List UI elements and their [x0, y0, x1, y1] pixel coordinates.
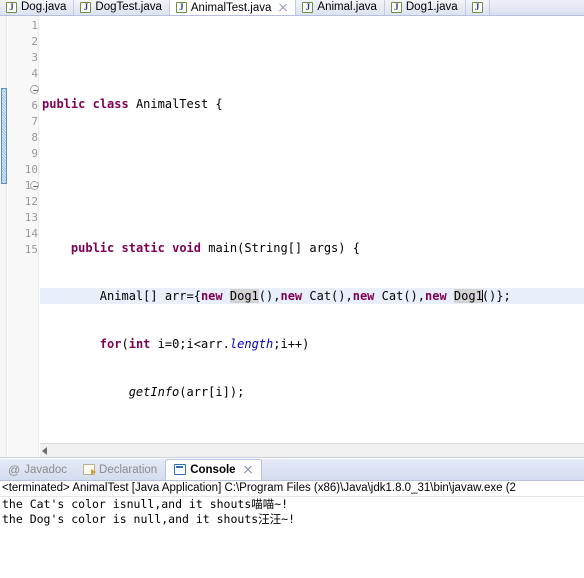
line-number: 4: [31, 67, 38, 80]
code-line-current: Animal[] arr={new Dog1(),new Cat(),new C…: [40, 288, 584, 304]
bottom-panel-tab-bar: @ Javadoc Declaration Console: [0, 459, 584, 481]
java-file-icon: [80, 1, 92, 13]
console-icon: [174, 464, 187, 475]
line-number: 2: [31, 35, 38, 48]
editor-tab-overflow[interactable]: [465, 0, 490, 15]
tab-declaration[interactable]: Declaration: [75, 459, 165, 480]
line-number: 6: [31, 99, 38, 112]
line-number: 8: [31, 131, 38, 144]
line-number: 10: [24, 163, 38, 176]
java-file-icon: [6, 1, 17, 13]
editor-horizontal-scrollbar[interactable]: [40, 443, 584, 457]
fold-collapse-icon[interactable]: [30, 181, 39, 190]
console-launch-header: <terminated> AnimalTest [Java Applicatio…: [0, 481, 584, 497]
tab-label: Javadoc: [24, 463, 68, 476]
fold-collapse-icon[interactable]: [30, 85, 39, 94]
tab-console[interactable]: Console: [165, 459, 262, 480]
code-editor[interactable]: 1 2 3 4 5 6 7 8 9 10 11 12 13 14 15 publ…: [0, 16, 584, 458]
at-icon: @: [8, 462, 21, 477]
java-file-icon: [471, 1, 483, 13]
tab-javadoc[interactable]: @ Javadoc: [0, 459, 75, 480]
java-file-icon: [302, 1, 314, 13]
line-number: 7: [31, 115, 38, 128]
editor-tab-dog[interactable]: Dog.java: [0, 0, 75, 15]
code-line: public static void main(String[] args) {: [70, 241, 360, 255]
text-caret: [481, 290, 483, 302]
editor-annotation-ruler[interactable]: [0, 16, 7, 457]
line-number: 12: [24, 195, 38, 208]
editor-tab-bar: Dog.java DogTest.java AnimalTest.java An…: [0, 0, 584, 16]
editor-tab-dogtest[interactable]: DogTest.java: [74, 0, 170, 15]
editor-tab-label: DogTest.java: [95, 1, 162, 13]
code-text-area[interactable]: public class AnimalTest { public static …: [40, 16, 584, 457]
java-file-icon: [175, 2, 187, 13]
line-number: 3: [31, 51, 38, 64]
code-line: public class AnimalTest {: [42, 97, 223, 111]
editor-tab-animaltest[interactable]: AnimalTest.java: [169, 0, 297, 15]
console-output-line: the Cat's color isnull,and it shouts喵喵~!: [2, 497, 289, 511]
close-icon[interactable]: [278, 3, 288, 13]
code-line: getInfo(arr[i]);: [128, 385, 245, 399]
line-number: 1: [31, 19, 38, 32]
changed-lines-marker: [1, 88, 7, 184]
gutter-separator: [38, 16, 39, 457]
console-output-line: the Dog's color is null,and it shouts汪汪~…: [2, 512, 296, 526]
java-file-icon: [390, 1, 402, 13]
line-number: 14: [24, 227, 38, 240]
line-number: 9: [31, 147, 38, 160]
line-number: 13: [24, 211, 38, 224]
editor-tab-label: Dog1.java: [405, 1, 458, 13]
eclipse-ide-window: Dog.java DogTest.java AnimalTest.java An…: [0, 0, 584, 578]
editor-tab-label: Dog.java: [21, 1, 67, 13]
scroll-left-icon[interactable]: [42, 447, 47, 455]
editor-tab-dog1[interactable]: Dog1.java: [384, 0, 466, 15]
console-output[interactable]: <terminated> AnimalTest [Java Applicatio…: [0, 481, 584, 578]
editor-tab-animal[interactable]: Animal.java: [296, 0, 385, 15]
tab-label: Console: [190, 463, 236, 476]
bottom-panel: @ Javadoc Declaration Console <terminate…: [0, 459, 584, 578]
line-number: 15: [24, 243, 38, 256]
code-line: for(int i=0;i<arr.length;i++): [99, 337, 310, 351]
declaration-icon: [83, 464, 97, 475]
editor-tab-label: AnimalTest.java: [190, 1, 272, 14]
editor-tab-label: Animal.java: [317, 1, 377, 13]
close-icon[interactable]: [243, 465, 253, 475]
tab-label: Declaration: [99, 463, 158, 476]
